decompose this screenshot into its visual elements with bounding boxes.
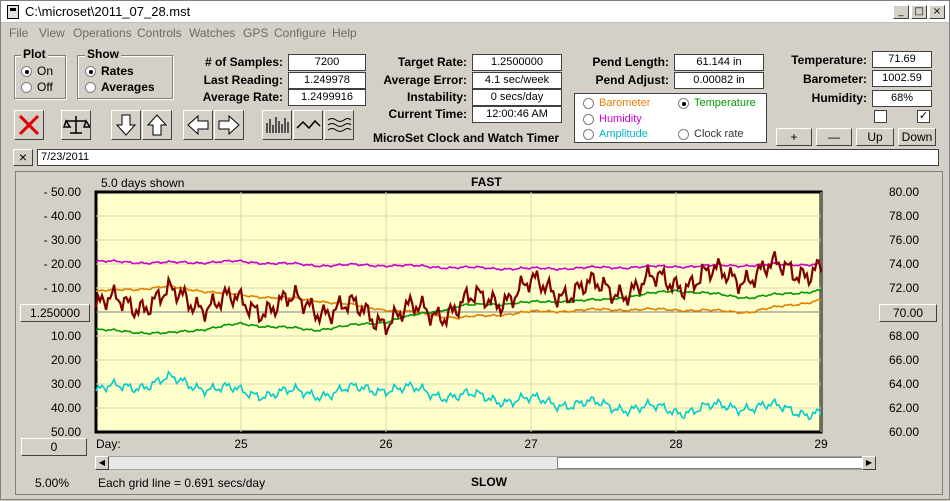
app-window: C:\microset\2011_07_28.mst _ □ × File Vi…	[0, 0, 950, 500]
rate-chart: - 50.00 80.00 - 40.00 78.00 - 30.00 76.00 - 20…	[44, 185, 920, 451]
x-axis-tick: 27	[524, 437, 538, 451]
left-axis-tick: - 40.00	[44, 209, 82, 223]
right-axis-tick: 64.00	[889, 377, 919, 391]
right-axis-tick: 68.00	[889, 329, 919, 343]
right-axis-tick: 60.00	[889, 425, 919, 439]
left-axis-tick: 40.00	[51, 401, 81, 415]
scroll-left-button[interactable]: ◀	[95, 456, 109, 470]
right-axis-tick: 72.00	[889, 281, 919, 295]
right-axis-tick: 80.00	[889, 185, 919, 199]
x-axis-tick: 26	[379, 437, 393, 451]
scroll-thumb[interactable]	[557, 457, 863, 469]
left-axis-tick: - 10.00	[44, 281, 82, 295]
left-axis-tick: 50.00	[51, 425, 81, 439]
left-axis-tick: - 20.00	[44, 257, 82, 271]
scroll-right-button[interactable]: ▶	[862, 456, 876, 470]
right-axis-tick: 76.00	[889, 233, 919, 247]
left-axis-tick: 30.00	[51, 377, 81, 391]
right-axis-tick: 62.00	[889, 401, 919, 415]
right-axis-tick: 74.00	[889, 257, 919, 271]
left-axis-tick: 20.00	[51, 353, 81, 367]
left-axis-tick: 10.00	[51, 329, 81, 343]
right-axis-tick: 66.00	[889, 353, 919, 367]
x-axis-tick: 29	[814, 437, 828, 451]
x-axis-tick: 28	[669, 437, 683, 451]
left-axis-tick: - 50.00	[44, 185, 82, 199]
x-axis-tick: 25	[234, 437, 248, 451]
left-axis-tick: - 30.00	[44, 233, 82, 247]
right-axis-tick: 78.00	[889, 209, 919, 223]
day-axis-label: Day:	[96, 437, 121, 451]
